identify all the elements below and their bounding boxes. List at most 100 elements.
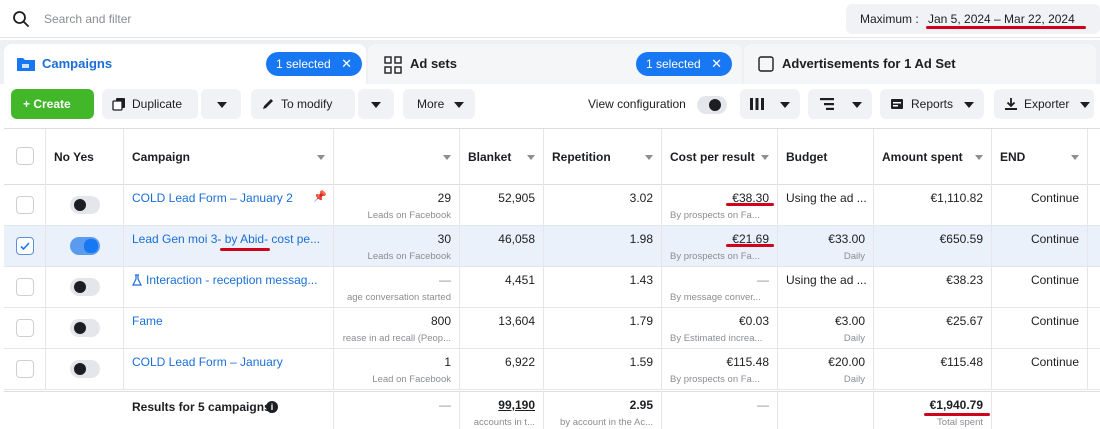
campaign-toggle[interactable] <box>70 360 100 378</box>
blanket-value: 52,905 <box>498 191 535 205</box>
row-checkbox[interactable] <box>16 319 34 337</box>
date-range-value: Jan 5, 2024 – Mar 22, 2024 <box>928 12 1075 26</box>
ad-sets-grid-icon <box>384 56 402 74</box>
budget-subtext: Daily <box>843 251 865 262</box>
col-on-off[interactable]: No Yes <box>46 129 124 185</box>
campaigns-selected-badge[interactable]: 1 selected ✕ <box>266 52 362 76</box>
cost-subtext: By prospects on Fa... <box>670 210 760 221</box>
campaign-name-link[interactable]: Lead Gen moi 3- by Abid- cost pe... <box>132 232 320 246</box>
campaign-name-link[interactable]: COLD Lead Form – January 2 <box>132 191 293 205</box>
search-input[interactable]: Search and filter <box>44 12 131 26</box>
totals-blanket-subtext: accounts in t... <box>473 417 535 428</box>
totals-label-cell: Results for 5 campaigns i <box>124 392 334 429</box>
more-button[interactable]: More <box>403 89 475 119</box>
ad-sets-selected-badge[interactable]: 1 selected ✕ <box>636 52 732 76</box>
toggle-knob <box>74 281 86 293</box>
col-blanket[interactable]: Blanket <box>460 129 544 185</box>
table-row[interactable]: Interaction - reception messag... — age … <box>4 267 1100 308</box>
select-all-checkbox[interactable] <box>16 147 34 165</box>
col-cost-per-result[interactable]: Cost per result <box>662 129 778 185</box>
col-results[interactable] <box>334 129 460 185</box>
modify-button[interactable]: To modify <box>251 89 355 119</box>
campaign-toggle[interactable] <box>70 196 100 214</box>
tab-ad-sets[interactable]: Ad sets 1 selected ✕ <box>368 44 742 84</box>
table-row[interactable]: Lead Gen moi 3- by Abid- cost pe... 30 L… <box>4 226 1100 267</box>
totals-results-cell: — <box>334 392 460 429</box>
tab-ad-sets-label: Ad sets <box>410 56 457 71</box>
export-button[interactable]: Exporter <box>994 89 1094 119</box>
blanket-value: 4,451 <box>504 273 535 287</box>
columns-button[interactable] <box>740 89 800 119</box>
row-checkbox[interactable] <box>16 237 34 255</box>
repetition-cell: 1.79 <box>544 308 662 349</box>
budget-cell: €33.00 Daily <box>778 226 874 267</box>
col-amount-spent[interactable]: Amount spent <box>874 129 992 185</box>
results-cell: 800 rease in ad recall (Peop... <box>334 308 460 349</box>
totals-cost-cell: — <box>662 392 778 429</box>
tab-advertisements[interactable]: Advertisements for 1 Ad Set <box>744 44 1096 84</box>
col-repetition[interactable]: Repetition <box>544 129 662 185</box>
campaigns-table: No Yes Campaign Blanket Repetition Cost … <box>4 128 1100 429</box>
totals-spent-cell: €1,940.79 Total spent <box>874 392 992 429</box>
campaign-toggle[interactable] <box>70 319 100 337</box>
close-icon[interactable]: ✕ <box>711 56 722 72</box>
search-bar[interactable]: Search and filter Maximum : Jan 5, 2024 … <box>0 0 1100 38</box>
date-range-picker[interactable]: Maximum : Jan 5, 2024 – Mar 22, 2024 <box>846 4 1100 34</box>
download-icon <box>1005 98 1017 110</box>
table-header: No Yes Campaign Blanket Repetition Cost … <box>4 129 1100 185</box>
row-select-cell <box>4 185 46 226</box>
table-row[interactable]: COLD Lead Form – January 2 📌 29 Leads on… <box>4 185 1100 226</box>
totals-spent-value: €1,940.79 <box>929 398 983 412</box>
tab-campaigns[interactable]: Campaigns 1 selected ✕ <box>4 44 366 84</box>
col-end[interactable]: END <box>992 129 1088 185</box>
chevron-down-icon <box>761 155 769 160</box>
modify-label: To modify <box>281 97 333 111</box>
cost-cell: — By message conver... <box>662 267 778 308</box>
row-checkbox[interactable] <box>16 196 34 214</box>
export-label: Exporter <box>1024 97 1070 111</box>
info-icon[interactable]: i <box>266 401 278 413</box>
end-value: Continue <box>1030 314 1079 328</box>
cost-cell: €0.03 By Estimated increa... <box>662 308 778 349</box>
campaign-name-link[interactable]: Interaction - reception messag... <box>146 273 317 287</box>
totals-repetition-subtext: by account in the Ac... <box>560 417 653 428</box>
repetition-value: 3.02 <box>629 191 653 205</box>
create-button[interactable]: + Create <box>11 89 94 119</box>
budget-value: €3.00 <box>834 314 865 328</box>
table-row[interactable]: Fame 800 rease in ad recall (Peop... 13,… <box>4 308 1100 349</box>
view-configuration-toggle[interactable] <box>697 96 727 114</box>
spent-cell: €115.48 <box>874 349 992 390</box>
repetition-cell: 1.98 <box>544 226 662 267</box>
table-row[interactable]: COLD Lead Form – January 1 Lead on Faceb… <box>4 349 1100 390</box>
repetition-value: 1.79 <box>629 314 653 328</box>
totals-blanket-cell: 99,190 accounts in t... <box>460 392 544 429</box>
results-subtext: age conversation started <box>346 292 451 303</box>
campaign-name-link[interactable]: COLD Lead Form – January <box>132 355 283 369</box>
campaign-toggle[interactable] <box>70 278 100 296</box>
blanket-cell: 4,451 <box>460 267 544 308</box>
col-campaign[interactable]: Campaign <box>124 129 334 185</box>
col-on-off-label: No Yes <box>54 150 94 164</box>
campaign-name-link[interactable]: Fame <box>132 314 163 328</box>
toolbar: + Create Duplicate To modify More View c… <box>0 84 1100 126</box>
pin-icon[interactable]: 📌 <box>313 190 327 203</box>
duplicate-dropdown[interactable] <box>201 89 241 119</box>
breakdown-button[interactable] <box>808 89 872 119</box>
row-checkbox[interactable] <box>16 360 34 378</box>
row-checkbox[interactable] <box>16 278 34 296</box>
duplicate-button[interactable]: Duplicate <box>102 89 198 119</box>
modify-dropdown[interactable] <box>358 89 394 119</box>
end-value: Continue <box>1030 191 1079 205</box>
chevron-down-icon <box>454 102 464 108</box>
flask-icon <box>132 274 142 286</box>
col-budget[interactable]: Budget <box>778 129 874 185</box>
campaign-toggle[interactable] <box>70 237 100 255</box>
results-cell: — age conversation started <box>334 267 460 308</box>
budget-value: Using the ad ... <box>786 273 867 287</box>
ad-sets-selected-label: 1 selected <box>646 57 701 71</box>
reports-button[interactable]: Reports <box>880 89 984 119</box>
close-icon[interactable]: ✕ <box>341 56 352 72</box>
columns-icon <box>750 98 764 110</box>
annotation-underline <box>726 203 774 206</box>
results-subtext: Lead on Facebook <box>372 374 451 385</box>
